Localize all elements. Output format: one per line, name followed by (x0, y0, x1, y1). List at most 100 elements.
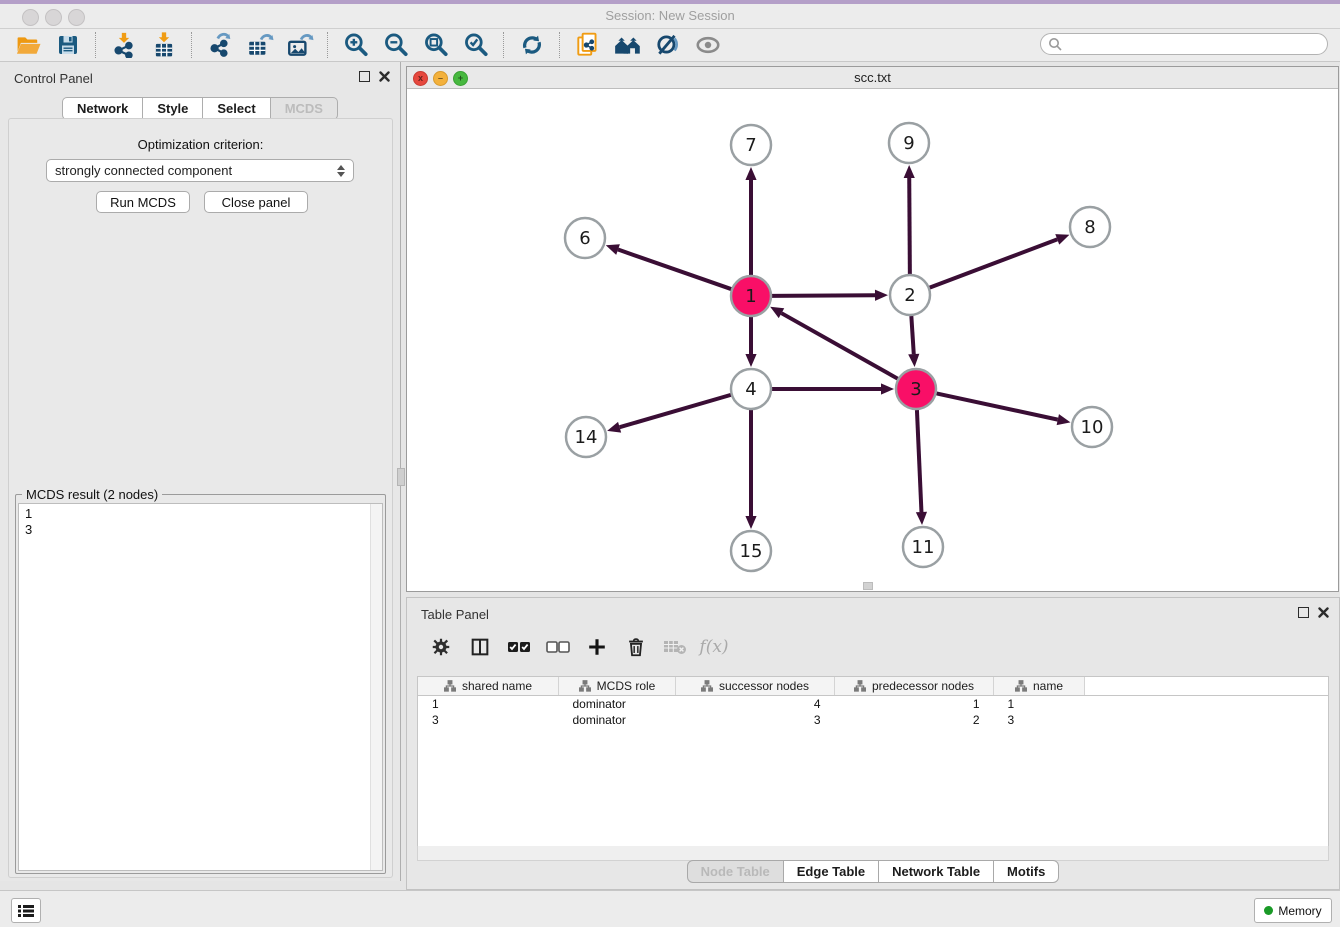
first-neighbors-icon[interactable] (613, 31, 643, 59)
graph-edge-2-to-3[interactable] (911, 316, 913, 354)
memory-status-dot (1264, 906, 1273, 915)
float-panel-icon[interactable] (1298, 607, 1309, 618)
graph-edge-3-to-11[interactable] (917, 410, 922, 512)
memory-button[interactable]: Memory (1254, 898, 1332, 923)
table-cell[interactable]: 2 (835, 712, 994, 728)
graph-edge-1-to-2[interactable] (772, 295, 875, 296)
network-view-window: x – + scc.txt 7968124314101511 (406, 66, 1339, 592)
table-cell[interactable]: dominator (559, 696, 676, 713)
network-canvas[interactable]: 7968124314101511 (407, 89, 1338, 591)
tab-select[interactable]: Select (203, 97, 270, 120)
float-panel-icon[interactable] (359, 71, 370, 82)
network-maximize-button[interactable]: + (453, 71, 468, 86)
column-header-predecessor-nodes[interactable]: predecessor nodes (835, 677, 994, 696)
graph-edge-arrowhead (745, 354, 756, 367)
select-all-checkboxes-icon[interactable] (507, 635, 531, 659)
birds-eye-view-icon[interactable] (693, 31, 723, 59)
refresh-icon[interactable] (517, 31, 547, 59)
mcds-result-fieldset: MCDS result (2 nodes) 1 3 (15, 494, 386, 874)
tab-network-table[interactable]: Network Table (879, 860, 994, 883)
export-image-icon[interactable] (285, 31, 315, 59)
table-cell[interactable]: dominator (559, 712, 676, 728)
network-minimize-button[interactable]: – (433, 71, 448, 86)
window-minimize-button[interactable] (45, 9, 62, 26)
table-cell[interactable]: 3 (418, 712, 559, 728)
tab-style[interactable]: Style (143, 97, 203, 120)
task-history-button[interactable] (11, 898, 41, 923)
graph-edge-3-to-1[interactable] (781, 313, 897, 379)
network-window-titlebar[interactable]: x – + scc.txt (407, 67, 1338, 89)
graph-edge-arrowhead (904, 165, 915, 178)
zoom-in-icon[interactable] (341, 31, 371, 59)
tab-network[interactable]: Network (62, 97, 143, 120)
tab-node-table[interactable]: Node Table (687, 860, 784, 883)
graph-node-label: 10 (1081, 417, 1104, 438)
search-box[interactable] (1040, 33, 1328, 55)
show-columns-icon[interactable] (468, 635, 492, 659)
table-row[interactable]: 1dominator411 (418, 696, 1328, 713)
graph-node-label: 8 (1084, 217, 1095, 238)
column-header-MCDS-role[interactable]: MCDS role (559, 677, 676, 696)
splitter-grip[interactable] (397, 468, 405, 486)
table-cell[interactable]: 3 (676, 712, 835, 728)
graph-edge-arrowhead (1055, 234, 1069, 244)
add-column-icon[interactable] (585, 635, 609, 659)
tab-edge-table[interactable]: Edge Table (784, 860, 879, 883)
table-cell[interactable]: 1 (994, 696, 1085, 713)
close-panel-icon[interactable] (1318, 607, 1329, 618)
graph-edge-3-to-10[interactable] (937, 393, 1058, 419)
table-cell[interactable]: 4 (676, 696, 835, 713)
table-cell[interactable]: 1 (418, 696, 559, 713)
import-network-icon[interactable] (109, 31, 139, 59)
graph-node-label: 9 (903, 133, 914, 154)
network-graph[interactable]: 7968124314101511 (407, 89, 1338, 591)
graph-edge-arrowhead (881, 383, 894, 394)
node-table[interactable]: shared nameMCDS rolesuccessor nodesprede… (417, 676, 1329, 848)
graph-edge-2-to-8[interactable] (930, 239, 1058, 287)
column-header-shared-name[interactable]: shared name (418, 677, 559, 696)
optimization-criterion-select[interactable]: strongly connected component (46, 159, 354, 182)
run-mcds-button[interactable]: Run MCDS (96, 191, 190, 213)
memory-label: Memory (1278, 904, 1321, 918)
splitter-grip[interactable] (863, 582, 873, 590)
graph-edge-arrowhead (745, 516, 756, 529)
graph-edge-1-to-6[interactable] (618, 250, 731, 290)
toolbar-separator (327, 32, 329, 58)
column-header-successor-nodes[interactable]: successor nodes (676, 677, 835, 696)
graph-node-label: 7 (745, 135, 756, 156)
search-input[interactable] (1062, 35, 1327, 53)
delete-table-icon (663, 635, 687, 659)
settings-gear-icon[interactable] (429, 635, 453, 659)
tab-motifs[interactable]: Motifs (994, 860, 1059, 883)
optimization-criterion-label: Optimization criterion: (9, 137, 392, 152)
delete-column-icon[interactable] (624, 635, 648, 659)
import-table-icon[interactable] (149, 31, 179, 59)
zoom-selected-icon[interactable] (461, 31, 491, 59)
deselect-all-checkboxes-icon[interactable] (546, 635, 570, 659)
graphics-details-icon[interactable] (653, 31, 683, 59)
export-table-icon[interactable] (245, 31, 275, 59)
window-zoom-button[interactable] (68, 9, 85, 26)
window-close-button[interactable] (22, 9, 39, 26)
close-panel-button[interactable]: Close panel (204, 191, 308, 213)
open-file-icon[interactable] (13, 31, 43, 59)
close-panel-icon[interactable] (379, 71, 390, 82)
graph-edge-2-to-9[interactable] (909, 178, 910, 274)
zoom-out-icon[interactable] (381, 31, 411, 59)
table-row[interactable]: 3dominator323 (418, 712, 1328, 728)
graph-edge-arrowhead (1057, 414, 1071, 425)
column-header-name[interactable]: name (994, 677, 1085, 696)
copy-network-icon[interactable] (573, 31, 603, 59)
result-scrollbar[interactable] (370, 504, 382, 870)
export-network-icon[interactable] (205, 31, 235, 59)
graph-node-label: 6 (579, 228, 590, 249)
save-session-icon[interactable] (53, 31, 83, 59)
tab-mcds[interactable]: MCDS (271, 97, 338, 120)
zoom-fit-icon[interactable] (421, 31, 451, 59)
graph-edge-4-to-14[interactable] (620, 395, 731, 427)
network-close-button[interactable]: x (413, 71, 428, 86)
mcds-result-textarea[interactable]: 1 3 (18, 503, 383, 871)
table-horizontal-scrollbar[interactable] (417, 846, 1329, 861)
table-cell[interactable]: 3 (994, 712, 1085, 728)
table-cell[interactable]: 1 (835, 696, 994, 713)
